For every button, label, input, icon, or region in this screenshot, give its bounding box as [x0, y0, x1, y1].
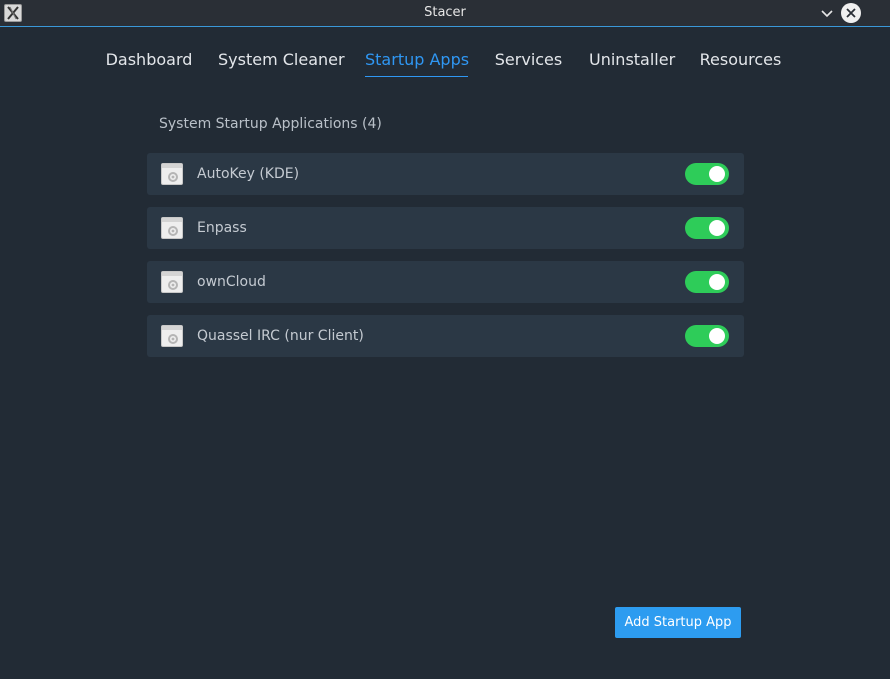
close-icon — [846, 8, 856, 18]
main-nav: Dashboard System Cleaner Startup Apps Se… — [0, 44, 890, 78]
section-title: System Startup Applications (4) — [159, 116, 382, 132]
close-button[interactable] — [841, 3, 861, 23]
add-startup-app-button[interactable]: Add Startup App — [615, 607, 741, 638]
window-title: Stacer — [424, 5, 466, 20]
app-name: Enpass — [197, 220, 247, 236]
startup-toggle[interactable] — [685, 271, 729, 293]
generic-app-icon — [161, 163, 183, 185]
tab-resources[interactable]: Resources — [697, 44, 784, 76]
tab-dashboard[interactable]: Dashboard — [104, 44, 194, 76]
app-name: ownCloud — [197, 274, 266, 290]
tab-startup-apps[interactable]: Startup Apps — [365, 44, 469, 77]
app-name: Quassel IRC (nur Client) — [197, 328, 364, 344]
startup-app-row: AutoKey (KDE) — [147, 153, 744, 195]
startup-app-row: ownCloud — [147, 261, 744, 303]
startup-app-row: Enpass — [147, 207, 744, 249]
minimize-button[interactable] — [817, 3, 837, 23]
title-bar: Stacer — [0, 0, 890, 27]
generic-app-icon — [161, 217, 183, 239]
startup-toggle[interactable] — [685, 325, 729, 347]
app-name: AutoKey (KDE) — [197, 166, 300, 182]
startup-toggle[interactable] — [685, 217, 729, 239]
startup-toggle[interactable] — [685, 163, 729, 185]
startup-app-row: Quassel IRC (nur Client) — [147, 315, 744, 357]
generic-app-icon — [161, 325, 183, 347]
tab-system-cleaner[interactable]: System Cleaner — [218, 44, 345, 76]
tab-uninstaller[interactable]: Uninstaller — [589, 44, 675, 76]
tab-services[interactable]: Services — [492, 44, 565, 76]
chevron-down-icon — [821, 10, 833, 18]
generic-app-icon — [161, 271, 183, 293]
